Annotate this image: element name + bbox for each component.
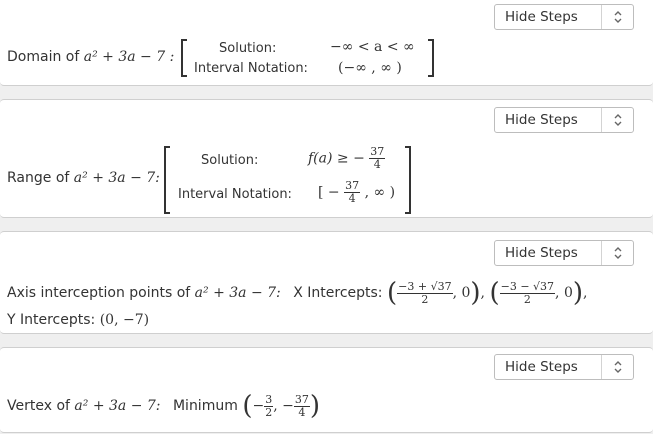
- x-intercepts-label: X Intercepts:: [293, 285, 383, 301]
- hide-steps-select[interactable]: Hide Steps: [494, 107, 634, 133]
- x-intercept-1-fraction: −3 + √37 2: [397, 279, 453, 306]
- domain-interval-value: (−∞ , ∞ ): [338, 60, 402, 76]
- y-intercepts-value: (0, −7): [99, 312, 150, 328]
- up-down-arrows-icon: [614, 114, 622, 126]
- axis-line: Axis interception points of a² + 3a − 7:…: [7, 278, 588, 308]
- domain-expression: a² + 3a − 7 :: [83, 49, 175, 65]
- range-heading: Range of a² + 3a − 7:: [7, 170, 160, 186]
- domain-heading: Domain of a² + 3a − 7 :: [7, 49, 175, 65]
- domain-solution-value: −∞ < a < ∞: [330, 39, 415, 55]
- axis-intercepts-card: Hide Steps Axis interception points of a…: [0, 231, 653, 334]
- hide-steps-select[interactable]: Hide Steps: [494, 354, 634, 380]
- select-divider: [601, 5, 602, 29]
- up-down-arrows-icon: [614, 361, 622, 373]
- hide-steps-label: Hide Steps: [505, 359, 578, 375]
- hide-steps-label: Hide Steps: [505, 245, 578, 261]
- domain-card: Hide Steps Domain of a² + 3a − 7 : Solut…: [0, 0, 653, 86]
- range-interval-fraction: 37 4: [344, 179, 361, 205]
- vertex-y-fraction: 37 4: [293, 392, 310, 419]
- vertex-kind: Minimum: [172, 398, 238, 414]
- hide-steps-label: Hide Steps: [505, 112, 578, 128]
- vertex-x-fraction: 32: [264, 392, 274, 419]
- range-interval-label: Interval Notation:: [178, 187, 292, 202]
- range-solution-label: Solution:: [201, 153, 259, 168]
- range-interval-value: [ − 37 4 , ∞ ): [318, 179, 396, 205]
- range-expression: a² + 3a − 7:: [73, 170, 160, 186]
- select-divider: [601, 108, 602, 132]
- domain-solution-label: Solution:: [219, 41, 277, 56]
- range-card: Hide Steps Range of a² + 3a − 7: Solutio…: [0, 99, 653, 218]
- domain-interval-label: Interval Notation:: [194, 61, 308, 76]
- right-bracket: [428, 39, 434, 77]
- hide-steps-label: Hide Steps: [505, 9, 578, 25]
- range-fraction: 37 4: [369, 145, 386, 171]
- y-intercepts-line: Y Intercepts: (0, −7): [7, 312, 149, 328]
- hide-steps-select[interactable]: Hide Steps: [494, 240, 634, 266]
- left-bracket: [164, 146, 170, 214]
- right-bracket: [405, 146, 411, 214]
- vertex-card: Hide Steps Vertex of a² + 3a − 7: Minimu…: [0, 347, 653, 433]
- vertex-line: Vertex of a² + 3a − 7: Minimum (− 3 2, −37…: [7, 391, 320, 421]
- y-intercepts-label: Y Intercepts:: [7, 312, 96, 328]
- hide-steps-select[interactable]: Hide Steps: [494, 4, 634, 30]
- up-down-arrows-icon: [614, 11, 622, 23]
- range-solution-value: f(a) ≥ − 37 4: [308, 145, 386, 171]
- axis-expression: a² + 3a − 7:: [194, 285, 281, 301]
- x-intercept-2-fraction: −3 − √37 2: [499, 279, 556, 306]
- select-divider: [601, 241, 602, 265]
- axis-heading: Axis interception points of: [7, 285, 191, 301]
- vertex-heading: Vertex of: [7, 398, 70, 414]
- left-bracket: [181, 39, 187, 77]
- up-down-arrows-icon: [614, 247, 622, 259]
- vertex-expression: a² + 3a − 7:: [74, 398, 161, 414]
- select-divider: [601, 355, 602, 379]
